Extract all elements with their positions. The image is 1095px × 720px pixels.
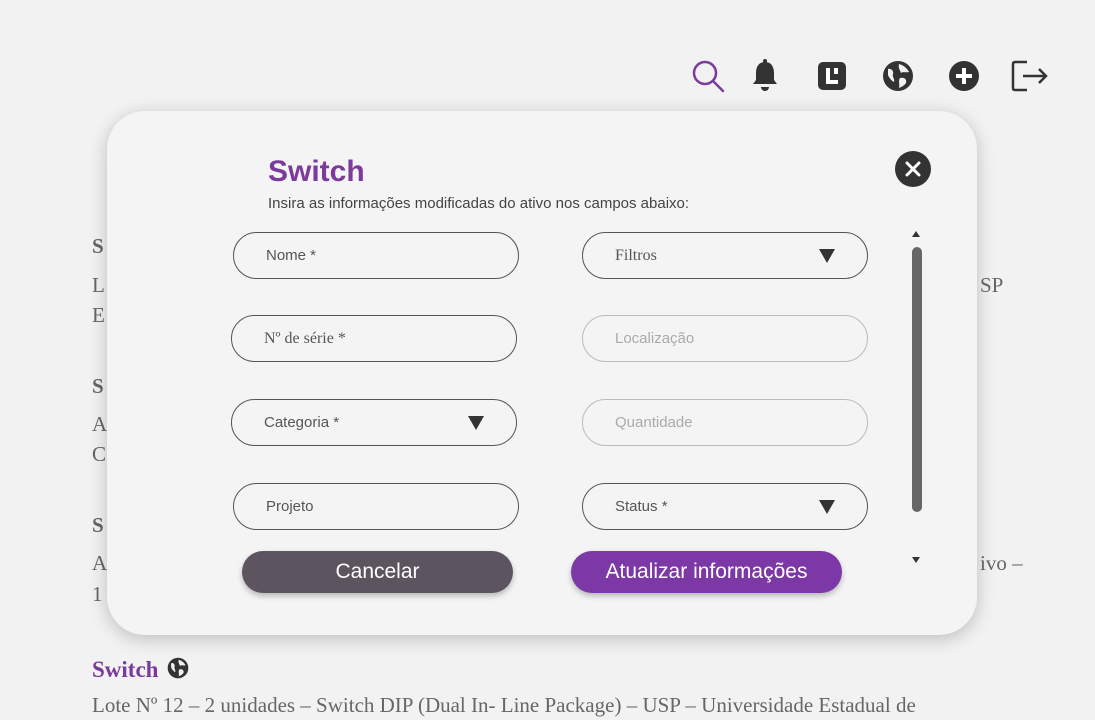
close-icon <box>905 161 921 177</box>
modal-title: Switch <box>268 155 365 188</box>
serial-number-input[interactable]: Nº de série * <box>231 315 517 362</box>
edit-asset-modal: Switch Insira as informações modificadas… <box>107 111 977 635</box>
cancel-button[interactable]: Cancelar <box>242 551 513 593</box>
list-item[interactable]: Switch Lote Nº 12 – 2 unidades – Switch … <box>92 657 916 720</box>
update-button[interactable]: Atualizar informações <box>571 551 842 593</box>
bell-icon[interactable] <box>745 56 785 96</box>
bg-item-title[interactable]: Switch <box>92 657 158 682</box>
bg-item-desc: 1 <box>92 582 103 606</box>
quantity-placeholder: Quantidade <box>615 414 693 431</box>
bg-item-desc: A <box>92 412 108 436</box>
bg-item-desc: L <box>92 273 105 297</box>
bg-item-desc: Lote Nº 12 – 2 unidades – Switch DIP (Du… <box>92 693 916 717</box>
close-button[interactable] <box>895 151 931 187</box>
serial-number-placeholder: Nº de série * <box>264 329 346 347</box>
status-select[interactable]: Status * <box>582 483 868 530</box>
location-input[interactable]: Localização <box>582 315 868 362</box>
bg-item-title[interactable]: S <box>92 513 104 538</box>
chevron-down-icon <box>819 248 835 263</box>
globe-icon <box>167 657 189 684</box>
category-select[interactable]: Categoria * <box>231 399 517 446</box>
bg-item-desc: A <box>92 551 108 575</box>
status-placeholder: Status * <box>615 498 668 515</box>
quantity-input[interactable]: Quantidade <box>582 399 868 446</box>
name-input[interactable]: Nome * <box>233 232 519 279</box>
category-placeholder: Categoria * <box>264 414 340 431</box>
add-icon[interactable] <box>944 56 984 96</box>
scrollbar-thumb[interactable] <box>912 247 922 512</box>
bg-item-title[interactable]: S <box>92 234 104 259</box>
bg-item-desc: SP <box>980 273 1004 297</box>
top-toolbar <box>688 56 1050 96</box>
filters-select[interactable]: Filtros <box>582 232 868 279</box>
modal-subtitle: Insira as informações modificadas do ati… <box>268 195 690 212</box>
logout-icon[interactable] <box>1010 56 1050 96</box>
location-placeholder: Localização <box>615 330 695 347</box>
bg-item-desc: E <box>92 303 105 327</box>
filters-placeholder: Filtros <box>615 246 657 264</box>
chevron-down-icon <box>468 415 484 430</box>
scroll-up-arrow[interactable] <box>911 229 921 239</box>
search-icon[interactable] <box>688 56 728 96</box>
project-placeholder: Projeto <box>266 498 314 515</box>
bg-item-desc: ivo – <box>980 551 1023 575</box>
globe-icon[interactable] <box>878 56 918 96</box>
panel-icon[interactable] <box>812 56 852 96</box>
name-placeholder: Nome * <box>266 247 317 264</box>
chevron-down-icon <box>819 499 835 514</box>
bg-item-desc: C <box>92 442 107 466</box>
scroll-down-arrow[interactable] <box>911 555 921 565</box>
bg-item-title[interactable]: S <box>92 374 104 399</box>
project-input[interactable]: Projeto <box>233 483 519 530</box>
